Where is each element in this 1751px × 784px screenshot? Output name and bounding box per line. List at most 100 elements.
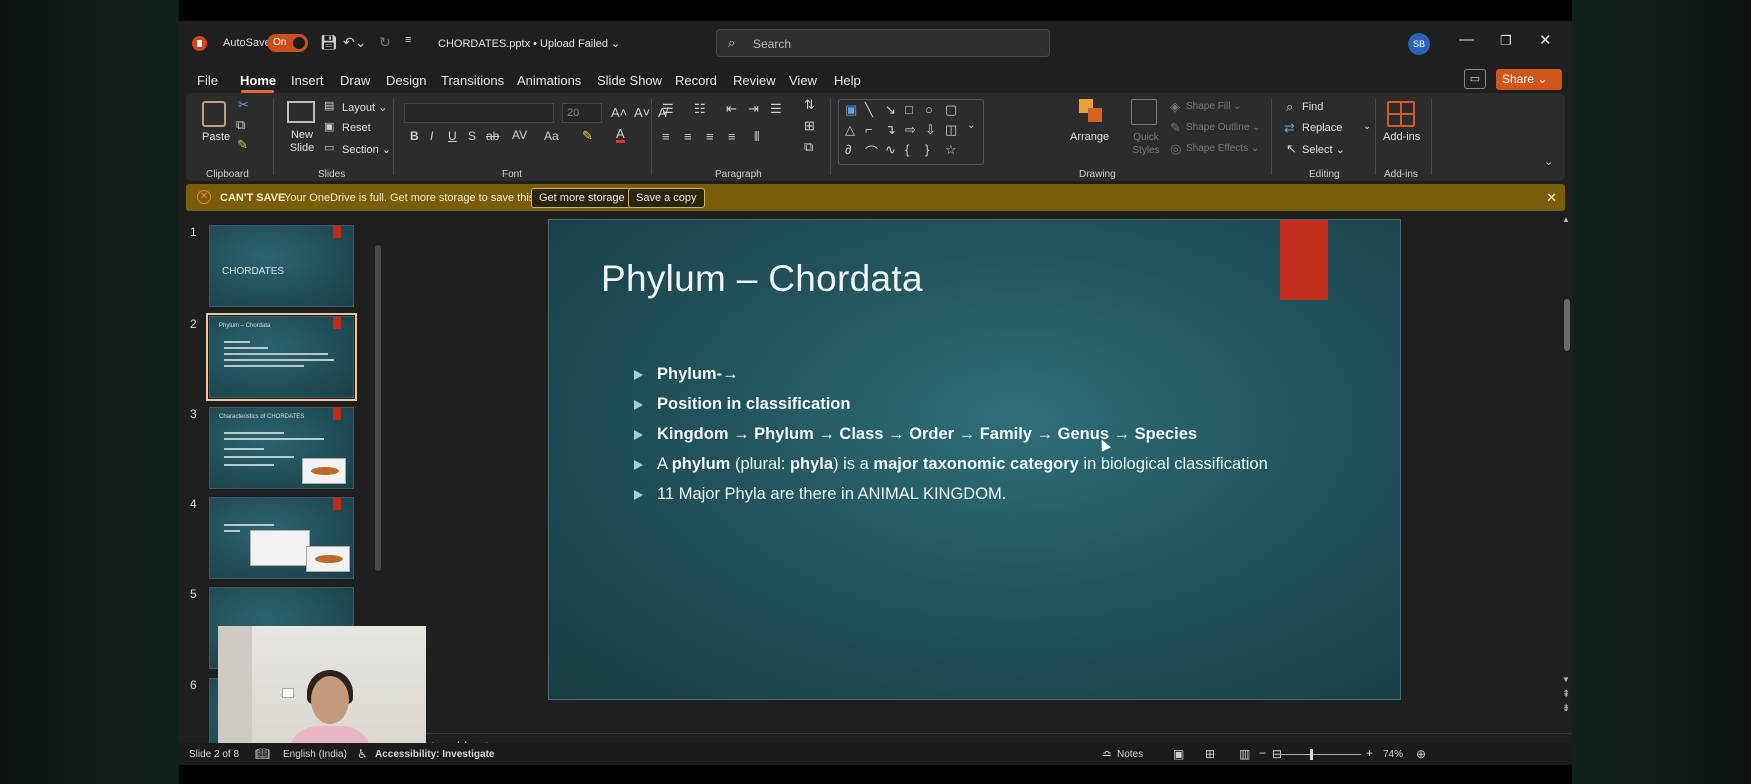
- undo-icon[interactable]: ↶⌄: [343, 34, 366, 51]
- tab-home[interactable]: Home: [240, 73, 276, 88]
- strikethrough-icon[interactable]: ab: [486, 129, 499, 143]
- tab-insert[interactable]: Insert: [291, 73, 324, 88]
- tab-design[interactable]: Design: [386, 73, 426, 88]
- character-spacing-icon[interactable]: AV: [512, 128, 527, 142]
- shapes-gallery[interactable]: ▣ ╲ ↘ □ ○ ▢ △ ⌐ ↴ ⇨ ⇩ ◫ ∂ ⌒ ∿ { } ☆ ⌄: [838, 99, 984, 165]
- shadow-icon[interactable]: S: [468, 129, 476, 143]
- autosave-toggle[interactable]: On: [267, 34, 308, 52]
- find-button[interactable]: Find: [1302, 101, 1323, 113]
- layout-button[interactable]: Layout ⌄: [342, 101, 387, 114]
- slide-thumbnail-4[interactable]: [209, 497, 354, 579]
- underline-icon[interactable]: U: [448, 129, 457, 143]
- select-button[interactable]: Select ⌄: [1302, 143, 1345, 156]
- tab-animations[interactable]: Animations: [517, 73, 581, 88]
- font-size-field[interactable]: 20: [562, 103, 602, 123]
- right-arrow-shape-icon[interactable]: ⇨: [905, 122, 916, 138]
- addins-button[interactable]: Add-ins: [1383, 131, 1420, 143]
- down-arrow-shape-icon[interactable]: ⇩: [925, 122, 936, 138]
- find-icon[interactable]: ⌕: [1286, 99, 1293, 115]
- current-slide[interactable]: Phylum – Chordata Phylum-→ Position in c…: [548, 219, 1401, 700]
- align-center-icon[interactable]: ≡: [684, 129, 692, 144]
- shape-effects-button[interactable]: Shape Effects ⌄: [1186, 143, 1259, 154]
- get-more-storage-button[interactable]: Get more storage: [531, 188, 633, 208]
- accessibility-status[interactable]: Accessibility: Investigate: [375, 749, 495, 760]
- rectangle-shape-icon[interactable]: □: [905, 102, 913, 117]
- change-case-icon[interactable]: Aa: [544, 129, 559, 143]
- flowchart-shape-icon[interactable]: ◫: [945, 122, 957, 138]
- format-painter-icon[interactable]: ✎: [237, 137, 248, 153]
- copy-icon[interactable]: ⧉: [236, 117, 245, 133]
- justify-icon[interactable]: ≡: [728, 129, 736, 144]
- section-button[interactable]: Section ⌄: [342, 143, 391, 156]
- triangle-shape-icon[interactable]: △: [845, 122, 855, 138]
- arrange-icon[interactable]: [1079, 99, 1103, 123]
- star-shape-icon[interactable]: ☆: [945, 142, 957, 158]
- tab-record[interactable]: Record: [675, 73, 717, 88]
- cut-icon[interactable]: ✂: [238, 97, 249, 113]
- slide-thumbnail-2[interactable]: Phylum – Chordata: [206, 313, 357, 401]
- font-color-icon[interactable]: A: [616, 127, 625, 143]
- decrease-indent-icon[interactable]: ⇤: [726, 101, 737, 117]
- select-icon[interactable]: ↖: [1286, 141, 1297, 157]
- spellcheck-icon[interactable]: 📖︎: [255, 747, 270, 761]
- rounded-rect-shape-icon[interactable]: ▢: [945, 102, 957, 118]
- left-brace-shape-icon[interactable]: {: [905, 142, 909, 157]
- addins-icon[interactable]: [1387, 101, 1415, 127]
- arc-shape-icon[interactable]: ⌒: [865, 142, 878, 161]
- shape-fill-icon[interactable]: ◈: [1170, 99, 1180, 115]
- normal-view-icon[interactable]: ▣: [1173, 747, 1184, 761]
- slide-title[interactable]: Phylum – Chordata: [601, 258, 923, 300]
- font-name-field[interactable]: [404, 103, 554, 123]
- collapse-ribbon-icon[interactable]: ⌄: [1544, 155, 1553, 168]
- scroll-down-icon[interactable]: ▼: [1562, 675, 1570, 684]
- avatar[interactable]: SB: [1408, 33, 1430, 55]
- notes-button[interactable]: Notes: [1117, 749, 1143, 760]
- document-title[interactable]: CHORDATES.pptx • Upload Failed ⌄: [438, 37, 620, 50]
- highlight-icon[interactable]: ✎: [582, 128, 593, 144]
- previous-slide-icon[interactable]: ⇞: [1562, 689, 1570, 700]
- slide-thumbnail-3[interactable]: Characteristics of CHORDATES: [209, 407, 354, 489]
- text-direction-icon[interactable]: ⇅: [804, 97, 815, 113]
- freeform-shape-icon[interactable]: ∂: [845, 142, 851, 157]
- replace-icon[interactable]: ⇄: [1284, 120, 1295, 136]
- italic-icon[interactable]: I: [430, 129, 433, 143]
- minimize-icon[interactable]: —: [1459, 31, 1474, 48]
- bullets-icon[interactable]: ☰: [662, 101, 674, 117]
- tab-review[interactable]: Review: [733, 73, 776, 88]
- zoom-slider-knob[interactable]: [1310, 749, 1313, 760]
- bold-icon[interactable]: B: [410, 129, 419, 143]
- slide-scrollbar[interactable]: ▲ ▼ ⇞ ⇟: [1562, 213, 1572, 733]
- increase-indent-icon[interactable]: ⇥: [748, 101, 759, 117]
- align-left-icon[interactable]: ≡: [662, 129, 670, 144]
- section-icon[interactable]: ▭: [324, 141, 334, 154]
- align-text-icon[interactable]: ⊞: [804, 118, 815, 134]
- tab-draw[interactable]: Draw: [340, 73, 370, 88]
- paste-button[interactable]: Paste: [202, 131, 230, 143]
- elbow-connector-icon[interactable]: ⌐: [865, 122, 873, 137]
- scrollbar-thumb[interactable]: [1564, 299, 1570, 351]
- smartart-icon[interactable]: ⧉: [804, 139, 813, 155]
- slide-bullets[interactable]: Phylum-→ Position in classification King…: [632, 364, 1282, 514]
- close-icon[interactable]: ✕: [1539, 31, 1552, 49]
- scroll-up-icon[interactable]: ▲: [1562, 215, 1570, 224]
- customize-toolbar-icon[interactable]: ≡: [405, 34, 411, 46]
- restore-icon[interactable]: ❐: [1500, 33, 1512, 49]
- quick-styles-icon[interactable]: [1131, 99, 1157, 125]
- line-shape-icon[interactable]: ╲: [865, 102, 873, 118]
- layout-icon[interactable]: ▤: [324, 99, 334, 112]
- zoom-level[interactable]: 74%: [1383, 749, 1403, 760]
- next-slide-icon[interactable]: ⇟: [1562, 703, 1570, 714]
- right-brace-shape-icon[interactable]: }: [925, 142, 929, 157]
- tab-transitions[interactable]: Transitions: [441, 73, 504, 88]
- replace-button[interactable]: Replace: [1302, 122, 1342, 134]
- tab-view[interactable]: View: [789, 73, 817, 88]
- tab-file[interactable]: File: [197, 73, 218, 88]
- shape-effects-icon[interactable]: ◎: [1170, 141, 1181, 157]
- zoom-out-icon[interactable]: −: [1259, 746, 1266, 760]
- notes-icon[interactable]: ≏: [1102, 747, 1112, 761]
- zoom-in-icon[interactable]: +: [1366, 746, 1373, 760]
- reset-button[interactable]: Reset: [342, 122, 371, 134]
- arrange-button[interactable]: Arrange: [1070, 131, 1109, 143]
- zoom-slider[interactable]: [1275, 754, 1361, 755]
- language-indicator[interactable]: English (India): [283, 749, 347, 760]
